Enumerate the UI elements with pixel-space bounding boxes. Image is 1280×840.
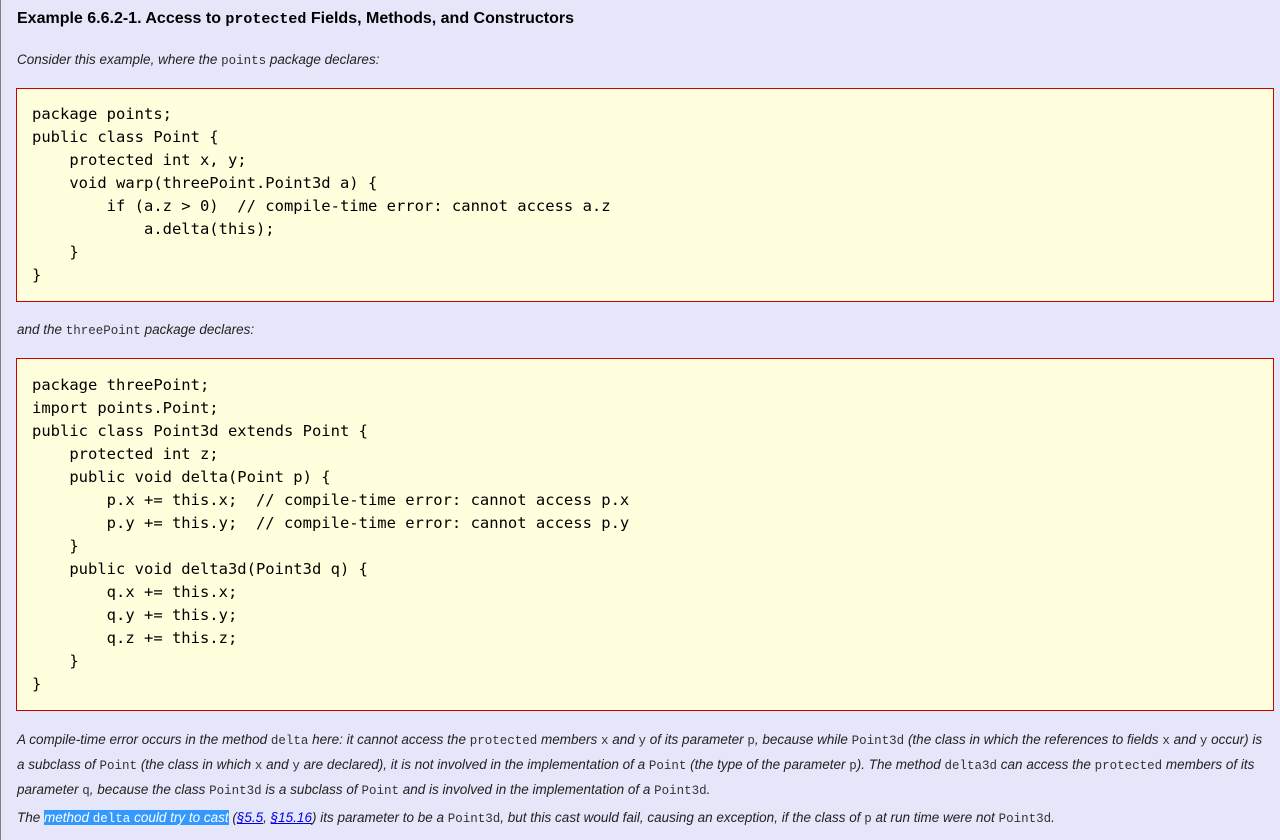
- intro-points: Consider this example, where the points …: [17, 52, 379, 68]
- intro2-text: and the: [17, 322, 66, 337]
- code-threepoint: package threePoint; import points.Point;…: [32, 376, 630, 693]
- intro-threepoint: and the threePoint package declares:: [17, 322, 254, 338]
- intro2-text-end: package declares:: [140, 322, 255, 337]
- example-block: Example 6.6.2-1. Access to protected Fie…: [0, 0, 1280, 840]
- title-code: protected: [225, 11, 307, 28]
- code-block-threepoint: package threePoint; import points.Point;…: [16, 358, 1274, 711]
- title-prefix: Example 6.6.2-1. Access to: [17, 10, 226, 27]
- intro1-code: points: [221, 54, 267, 68]
- intro2-code: threePoint: [65, 324, 141, 338]
- cast-paragraph: The method delta could try to cast (§5.5…: [17, 810, 1055, 826]
- intro1-text-end: package declares:: [266, 52, 380, 67]
- link-section-15-16[interactable]: §15.16: [271, 810, 312, 825]
- code-block-points: package points; public class Point { pro…: [16, 88, 1274, 302]
- intro1-text: Consider this example, where the: [17, 52, 222, 67]
- example-title: Example 6.6.2-1. Access to protected Fie…: [17, 10, 574, 28]
- title-suffix: Fields, Methods, and Constructors: [306, 10, 574, 27]
- code-points: package points; public class Point { pro…: [32, 105, 611, 284]
- explanation-paragraph: A compile-time error occurs in the metho…: [17, 732, 1263, 798]
- selected-text[interactable]: method delta could try to cast: [44, 810, 229, 826]
- link-section-5-5[interactable]: §5.5: [237, 810, 263, 825]
